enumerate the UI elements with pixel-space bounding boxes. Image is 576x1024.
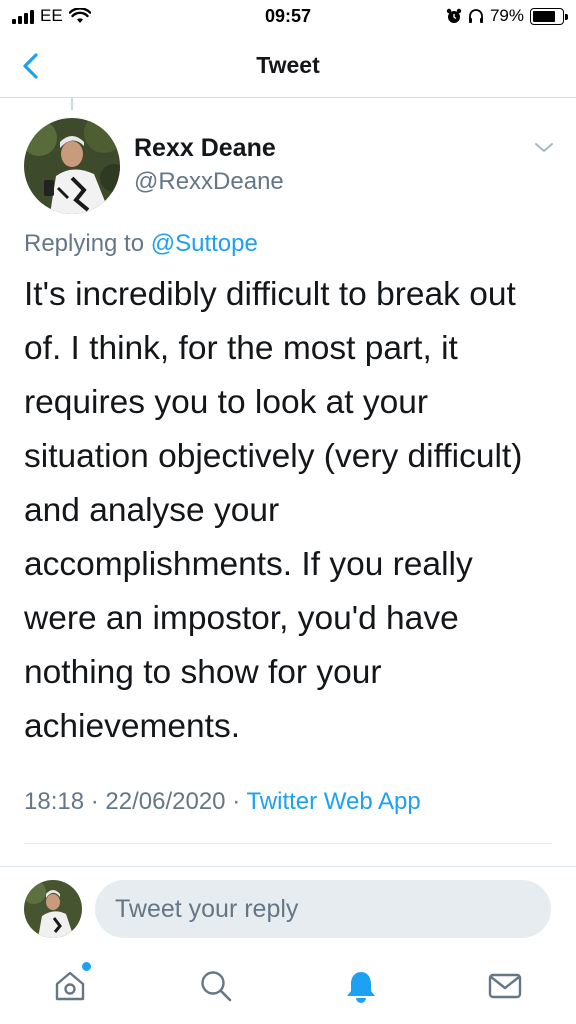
bell-icon [347, 972, 375, 1003]
meta-separator-1: · [90, 788, 99, 815]
tab-bar [0, 950, 576, 1024]
new-tweets-dot [82, 962, 91, 971]
tweet-source-link[interactable]: Twitter Web App [246, 788, 420, 815]
divider [24, 843, 552, 844]
status-bar: EE 09:57 79% [0, 0, 576, 34]
thread-connector [71, 98, 73, 110]
header: Tweet [0, 34, 576, 98]
replying-prefix: Replying to [24, 230, 145, 257]
alarm-icon [446, 8, 462, 23]
tab-messages[interactable] [487, 968, 523, 1004]
search-icon [201, 971, 232, 1002]
author-avatar[interactable] [24, 118, 120, 214]
replying-to-line: Replying to @Suttope [24, 230, 258, 258]
battery-icon [530, 7, 568, 25]
chevron-down-icon[interactable] [530, 138, 558, 158]
tweet-meta: 18:18 · 22/06/2020 · Twitter Web App [24, 788, 421, 816]
tweet-text: It's incredibly difficult to break out o… [24, 276, 523, 745]
battery-percent: 79% [489, 6, 524, 25]
mail-icon [488, 973, 522, 999]
tab-search[interactable] [198, 968, 234, 1004]
tab-home[interactable] [52, 962, 91, 1004]
author-name[interactable]: Rexx Deane [134, 134, 276, 163]
reply-bar [0, 866, 576, 950]
author-handle[interactable]: @RexxDeane [134, 168, 284, 196]
page-title: Tweet [256, 52, 320, 78]
tweet-date: 22/06/2020 [105, 788, 226, 815]
user-avatar[interactable] [24, 880, 82, 938]
replying-to-link[interactable]: @Suttope [151, 230, 258, 257]
battery-fill [533, 10, 556, 22]
tab-notifications[interactable] [343, 968, 379, 1004]
reply-input[interactable] [95, 880, 551, 938]
headphones-icon [468, 9, 483, 23]
tweet-time: 18:18 [24, 788, 85, 815]
status-right: 79% [446, 6, 568, 26]
home-icon [55, 971, 85, 1001]
meta-separator-2: · [232, 788, 241, 815]
